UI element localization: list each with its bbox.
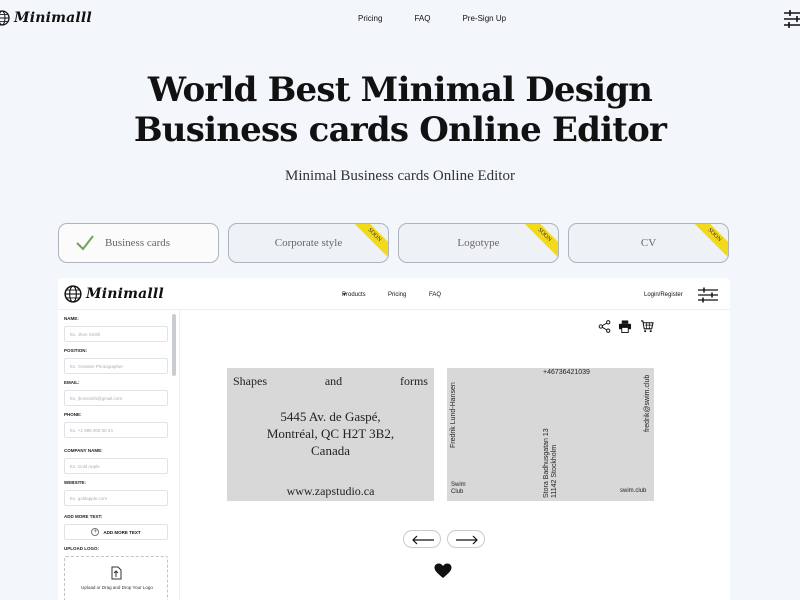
soon-badge: SOON bbox=[518, 224, 558, 261]
address-line: Montréal, QC H2T 3B2, bbox=[266, 426, 395, 441]
sliders-menu-icon[interactable] bbox=[784, 10, 800, 28]
website-label: WEBSITE: bbox=[64, 480, 86, 485]
editor-preview: Minimalll Products ▼ Pricing FAQ Login/R… bbox=[58, 278, 730, 600]
position-input[interactable]: Ex. Creative Photographer bbox=[64, 358, 168, 374]
card-city: 11142 Stockholm bbox=[551, 444, 558, 498]
hero-title: World Best Minimal Design Business cards… bbox=[0, 70, 800, 150]
tab-label: Corporate style bbox=[274, 237, 343, 249]
tab-logotype[interactable]: Logotype SOON bbox=[398, 223, 559, 263]
main-nav: Pricing FAQ Pre-Sign Up bbox=[358, 14, 538, 23]
print-icon[interactable] bbox=[618, 320, 632, 333]
soon-badge: SOON bbox=[348, 224, 388, 261]
company-name-label: COMPANY NAME: bbox=[64, 448, 103, 453]
upload-instructions: Upload or Drag and Drop Your Logo bbox=[81, 585, 153, 590]
nav-faq[interactable]: FAQ bbox=[429, 292, 441, 298]
arrow-right-icon bbox=[456, 535, 478, 545]
card-person-name: Fredrik Lund-Hansen bbox=[450, 382, 457, 448]
editor-navbar: Minimalll Products ▼ Pricing FAQ Login/R… bbox=[58, 278, 730, 310]
email-label: EMAIL: bbox=[64, 380, 80, 385]
card-street: Stora Badhusgatan 13 bbox=[543, 428, 550, 498]
add-more-text-button-label: ADD MORE TEXT bbox=[103, 529, 141, 535]
tagline-word: and bbox=[324, 374, 343, 388]
name-label: NAME: bbox=[64, 316, 79, 321]
heart-icon[interactable] bbox=[434, 563, 452, 579]
business-card-front[interactable]: Shapes and forms 5445 Av. de Gaspé, Mont… bbox=[227, 368, 434, 501]
nav-pre-sign-up[interactable]: Pre-Sign Up bbox=[462, 14, 506, 23]
arrow-left-icon bbox=[412, 535, 434, 545]
cart-icon[interactable] bbox=[640, 320, 654, 333]
position-label: POSITION: bbox=[64, 348, 88, 353]
hero-title-line-2: Business cards Online Editor bbox=[133, 110, 667, 150]
login-register-link[interactable]: Login/Register bbox=[644, 292, 683, 298]
phone-input[interactable]: Ex. +1 985 000 00 24 bbox=[64, 422, 168, 438]
sidebar-scrollbar[interactable] bbox=[172, 314, 176, 376]
address-line: Canada bbox=[311, 443, 350, 458]
nav-faq[interactable]: FAQ bbox=[414, 14, 430, 23]
tab-business-cards[interactable]: Business cards bbox=[58, 223, 219, 263]
upload-logo-dropzone[interactable]: Upload or Drag and Drop Your Logo bbox=[64, 556, 168, 600]
tagline-word: Shapes bbox=[233, 374, 267, 388]
business-card-back[interactable]: +46736421039 Fredrik Lund-Hansen Stora B… bbox=[447, 368, 654, 501]
tab-label: Business cards bbox=[105, 237, 171, 249]
add-more-text-button[interactable]: + ADD MORE TEXT bbox=[64, 524, 168, 540]
tab-label: CV bbox=[640, 237, 657, 249]
card-website: www.zapstudio.ca bbox=[286, 484, 375, 498]
check-icon bbox=[76, 235, 94, 251]
nav-pricing[interactable]: Pricing bbox=[358, 14, 382, 23]
top-navigation: Minimalll Pricing FAQ Pre-Sign Up bbox=[0, 0, 800, 38]
company-name-input[interactable]: Ex. Gold Apple bbox=[64, 458, 168, 474]
caret-down-icon: ▼ bbox=[342, 292, 347, 298]
address-line: 5445 Av. de Gaspé, bbox=[280, 409, 381, 424]
plus-circle-icon: + bbox=[91, 528, 100, 536]
upload-icon bbox=[111, 566, 122, 580]
editor-logo[interactable]: Minimalll bbox=[64, 285, 164, 303]
site-logo[interactable]: Minimalll bbox=[0, 10, 92, 26]
email-input[interactable]: Ex. jhonsmith@gmail.com bbox=[64, 390, 168, 406]
card-tagline: Shapes and forms bbox=[233, 374, 428, 389]
card-url: swim.club bbox=[620, 488, 647, 494]
tagline-word: forms bbox=[399, 374, 428, 388]
card-address: 5445 Av. de Gaspé, Montréal, QC H2T 3B2,… bbox=[227, 408, 434, 459]
next-card-button[interactable] bbox=[447, 530, 485, 548]
name-input[interactable]: Ex. Jhon Smith bbox=[64, 326, 168, 342]
add-more-text-label: ADD MORE TEXT: bbox=[64, 514, 103, 519]
card-company: Swim Club bbox=[451, 482, 466, 496]
company-line: Club bbox=[451, 489, 464, 495]
previous-card-button[interactable] bbox=[403, 530, 441, 548]
hero-subtitle: Minimal Business cards Online Editor bbox=[285, 168, 515, 184]
phone-label: PHONE: bbox=[64, 412, 82, 417]
card-details-form: NAME: Ex. Jhon Smith POSITION: Ex. Creat… bbox=[58, 310, 180, 600]
logo-text: Minimalll bbox=[14, 10, 92, 26]
sliders-menu-icon[interactable] bbox=[698, 287, 718, 303]
category-tabs: Business cards Corporate style SOON Logo… bbox=[58, 223, 730, 263]
logo-text: Minimalll bbox=[86, 286, 164, 302]
tab-corporate-style[interactable]: Corporate style SOON bbox=[228, 223, 389, 263]
tab-cv[interactable]: CV SOON bbox=[568, 223, 729, 263]
nav-pricing[interactable]: Pricing bbox=[388, 292, 406, 298]
card-phone: +46736421039 bbox=[543, 369, 590, 376]
globe-icon bbox=[64, 285, 82, 303]
upload-logo-label: UPLOAD LOGO: bbox=[64, 546, 99, 551]
website-input[interactable]: Ex. goldapple.com bbox=[64, 490, 168, 506]
card-email: fredrik@swim.club bbox=[644, 374, 651, 432]
globe-icon bbox=[0, 10, 10, 26]
tab-label: Logotype bbox=[457, 237, 500, 249]
card-toolbar bbox=[598, 320, 658, 334]
share-icon[interactable] bbox=[598, 320, 611, 333]
company-line: Swim bbox=[451, 482, 466, 488]
soon-badge: SOON bbox=[688, 224, 728, 261]
hero-title-line-1: World Best Minimal Design bbox=[147, 70, 653, 110]
